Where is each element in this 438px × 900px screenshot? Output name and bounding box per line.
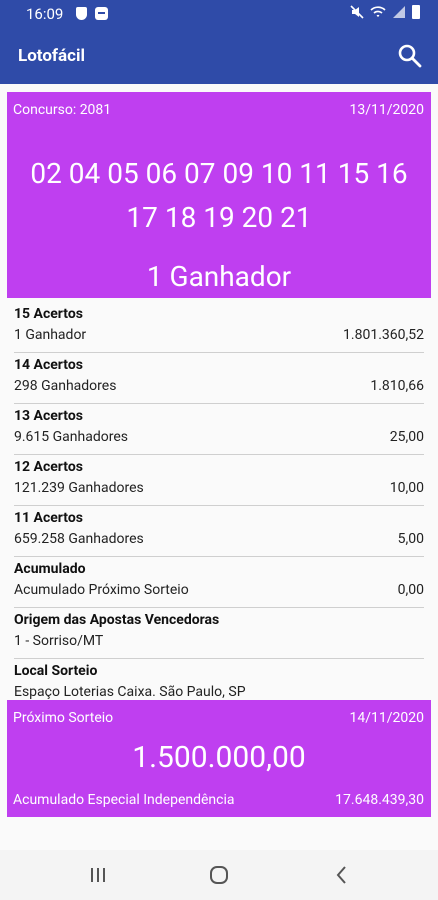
prize-value: 1.801.360,52 [343,327,424,343]
draw-number: Concurso: 2081 [13,102,112,118]
prize-title: 12 Acertos [14,459,83,475]
draw-date: 13/11/2020 [349,102,425,118]
list-item: 11 Acertos 659.258 Ganhadores 5,00 [14,506,424,557]
list-item: 13 Acertos 9.615 Ganhadores 25,00 [14,404,424,455]
prize-title: 11 Acertos [14,510,83,526]
special-accumulated-value: 17.648.439,30 [335,792,424,808]
drawn-numbers-line-2: 17 18 19 20 21 [126,201,312,234]
search-icon[interactable] [396,42,424,70]
app-title: Lotofácil [18,46,85,66]
list-item: Acumulado Acumulado Próximo Sorteio 0,00 [14,557,424,608]
shield-icon [76,7,87,20]
list-item: 12 Acertos 121.239 Ganhadores 10,00 [14,455,424,506]
battery-icon [412,5,420,19]
prize-title: 13 Acertos [14,408,83,424]
accumulated-title: Acumulado [14,561,86,577]
next-draw-label: Próximo Sorteio [13,710,114,726]
prize-winners: 298 Ganhadores [14,378,117,394]
prize-value: 25,00 [389,429,424,445]
home-icon[interactable] [205,862,233,888]
list-item: 15 Acertos 1 Ganhador 1.801.360,52 [14,302,424,353]
accumulated-value: 0,00 [397,582,424,598]
prize-value: 1.810,66 [370,378,424,394]
app-bar: Lotofácil [0,28,438,84]
next-draw-date: 14/11/2020 [349,710,425,726]
system-nav-bar [0,850,438,900]
list-item: 14 Acertos 298 Ganhadores 1.810,66 [14,353,424,404]
drawn-numbers-line-1: 02 04 05 06 07 09 10 11 15 16 [30,157,408,190]
special-accumulated-label: Acumulado Especial Independência [13,792,235,808]
back-icon[interactable] [328,862,356,888]
prize-value: 10,00 [389,480,424,496]
winners-count: 1 Ganhador [146,260,292,293]
prize-list: 15 Acertos 1 Ganhador 1.801.360,52 14 Ac… [14,302,424,709]
prize-winners: 1 Ganhador [14,327,87,343]
results-content[interactable]: Concurso: 2081 13/11/2020 02 04 05 06 07… [0,84,438,850]
draw-card: Concurso: 2081 13/11/2020 02 04 05 06 07… [7,92,431,298]
status-bar: 16:09 [0,0,438,28]
drawn-numbers: 02 04 05 06 07 09 10 11 15 16 17 18 19 2… [7,152,431,240]
winning-bets-origin-title: Origem das Apostas Vencedoras [14,612,220,628]
status-time: 16:09 [26,5,64,23]
next-draw-card: Próximo Sorteio 14/11/2020 1.500.000,00 … [7,700,431,817]
wifi-icon [370,6,386,17]
draw-location-title: Local Sorteio [14,663,98,679]
draw-location: Espaço Loterias Caixa. São Paulo, SP [14,684,246,700]
prize-winners: 659.258 Ganhadores [14,531,144,547]
next-draw-amount: 1.500.000,00 [132,740,306,775]
recent-apps-icon[interactable] [84,862,112,888]
signal-icon [393,6,405,18]
list-item: Origem das Apostas Vencedoras 1 - Sorris… [14,608,424,659]
message-icon [95,7,108,20]
prize-title: 14 Acertos [14,357,83,373]
winning-bets-origin: 1 - Sorriso/MT [14,633,104,649]
accumulated-label: Acumulado Próximo Sorteio [14,582,189,598]
prize-title: 15 Acertos [14,306,83,322]
prize-value: 5,00 [397,531,424,547]
prize-winners: 9.615 Ganhadores [14,429,128,445]
prize-winners: 121.239 Ganhadores [14,480,144,496]
mute-icon [350,5,364,19]
